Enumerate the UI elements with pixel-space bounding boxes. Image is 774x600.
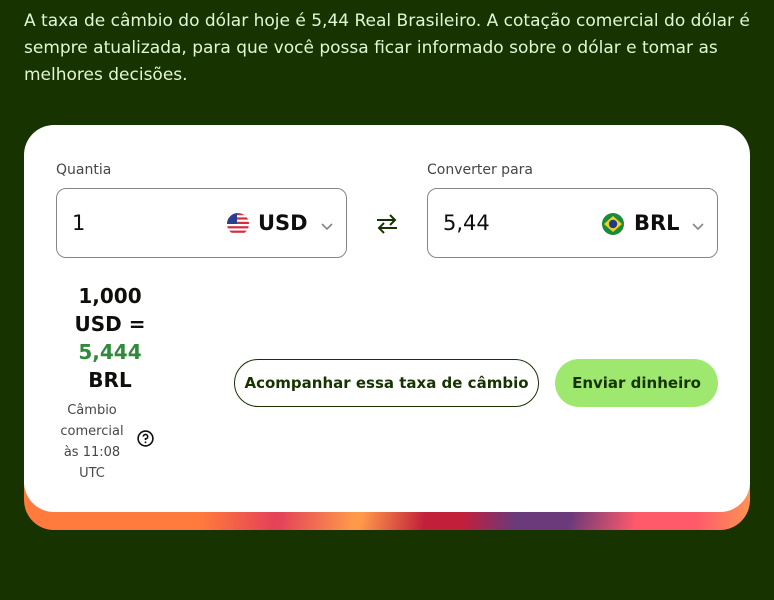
exchange-rate: 1,000 USD = 5,444 BRL: [60, 282, 160, 394]
brazil-flag-icon: [602, 213, 624, 235]
amount-input[interactable]: 1: [72, 211, 85, 235]
rate-from-currency: USD =: [74, 312, 146, 336]
converted-value[interactable]: 5,44: [443, 211, 490, 235]
us-flag-icon: [227, 213, 249, 235]
track-rate-button[interactable]: Acompanhar essa taxa de câmbio: [234, 359, 539, 407]
rate-value: 5,444: [78, 340, 142, 364]
rate-to-currency: BRL: [88, 368, 132, 392]
chevron-down-icon[interactable]: [691, 217, 705, 231]
converted-field[interactable]: 5,44 BRL: [427, 188, 718, 258]
to-currency-code[interactable]: BRL: [634, 211, 680, 235]
help-icon[interactable]: [137, 430, 154, 447]
from-currency-code[interactable]: USD: [258, 211, 308, 235]
amount-label: Quantia: [56, 162, 112, 178]
rate-note: Câmbio comercial às 11:08 UTC: [60, 403, 124, 481]
swap-icon[interactable]: [374, 213, 400, 235]
converter-card: Quantia 1 USD Converter para 5,44 BRL 1,…: [24, 125, 750, 512]
amount-field[interactable]: 1 USD: [56, 188, 347, 258]
send-money-button[interactable]: Enviar dinheiro: [555, 359, 718, 407]
chevron-down-icon[interactable]: [320, 217, 334, 231]
convert-to-label: Converter para: [427, 162, 533, 178]
intro-text: A taxa de câmbio do dólar hoje é 5,44 Re…: [24, 11, 750, 85]
rate-amount: 1,000: [78, 284, 142, 308]
